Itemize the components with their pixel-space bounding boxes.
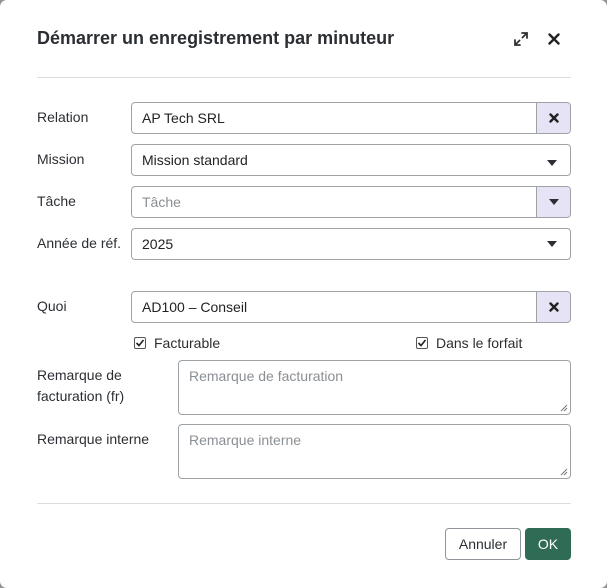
remarque-facturation-placeholder: Remarque de facturation: [189, 368, 344, 384]
facturable-label: Facturable: [154, 335, 221, 351]
clear-icon[interactable]: [536, 292, 570, 322]
dialog-title: Démarrer un enregistrement par minuteur: [37, 28, 395, 48]
mission-value: Mission standard: [142, 152, 248, 168]
clear-icon[interactable]: [536, 103, 570, 133]
annee-value: 2025: [142, 236, 174, 252]
relation-value: AP Tech SRL: [142, 110, 225, 126]
tache-placeholder: Tâche: [142, 194, 181, 210]
chevron-down-icon[interactable]: [536, 187, 570, 217]
remarque-interne-placeholder: Remarque interne: [189, 432, 302, 448]
expand-icon[interactable]: [510, 28, 532, 50]
relation-field[interactable]: AP Tech SRL: [131, 102, 571, 134]
header-divider: [37, 77, 571, 78]
ok-button[interactable]: OK: [525, 528, 571, 560]
mission-label: Mission: [37, 151, 85, 167]
annee-label: Année de réf.: [37, 235, 122, 251]
resize-grip-icon[interactable]: [560, 404, 568, 412]
forfait-label: Dans le forfait: [436, 335, 523, 351]
mission-select[interactable]: Mission standard: [131, 144, 571, 176]
timer-dialog: Démarrer un enregistrement par minuteur …: [0, 0, 607, 588]
close-icon[interactable]: [543, 28, 565, 50]
annee-select[interactable]: 2025: [131, 228, 571, 260]
checkmark-icon[interactable]: [134, 337, 146, 349]
facturable-checkbox[interactable]: Facturable: [134, 335, 220, 351]
tache-field[interactable]: Tâche: [131, 186, 571, 218]
forfait-checkbox[interactable]: Dans le forfait: [416, 335, 522, 351]
tache-label: Tâche: [37, 193, 76, 209]
cancel-button[interactable]: Annuler: [445, 528, 521, 560]
remarque-interne-textarea[interactable]: Remarque interne: [178, 424, 571, 479]
footer-divider: [37, 503, 571, 504]
remarque-facturation-label: Remarque de facturation (fr): [37, 367, 125, 404]
chevron-down-icon: [547, 159, 557, 166]
quoi-value: AD100 – Conseil: [142, 299, 248, 315]
quoi-field[interactable]: AD100 – Conseil: [131, 291, 571, 323]
resize-grip-icon[interactable]: [560, 468, 568, 476]
remarque-facturation-textarea[interactable]: Remarque de facturation: [178, 360, 571, 415]
chevron-down-icon: [547, 241, 557, 247]
relation-label: Relation: [37, 109, 89, 125]
remarque-interne-label: Remarque interne: [37, 431, 150, 447]
quoi-label: Quoi: [37, 298, 67, 314]
checkmark-icon[interactable]: [416, 337, 428, 349]
